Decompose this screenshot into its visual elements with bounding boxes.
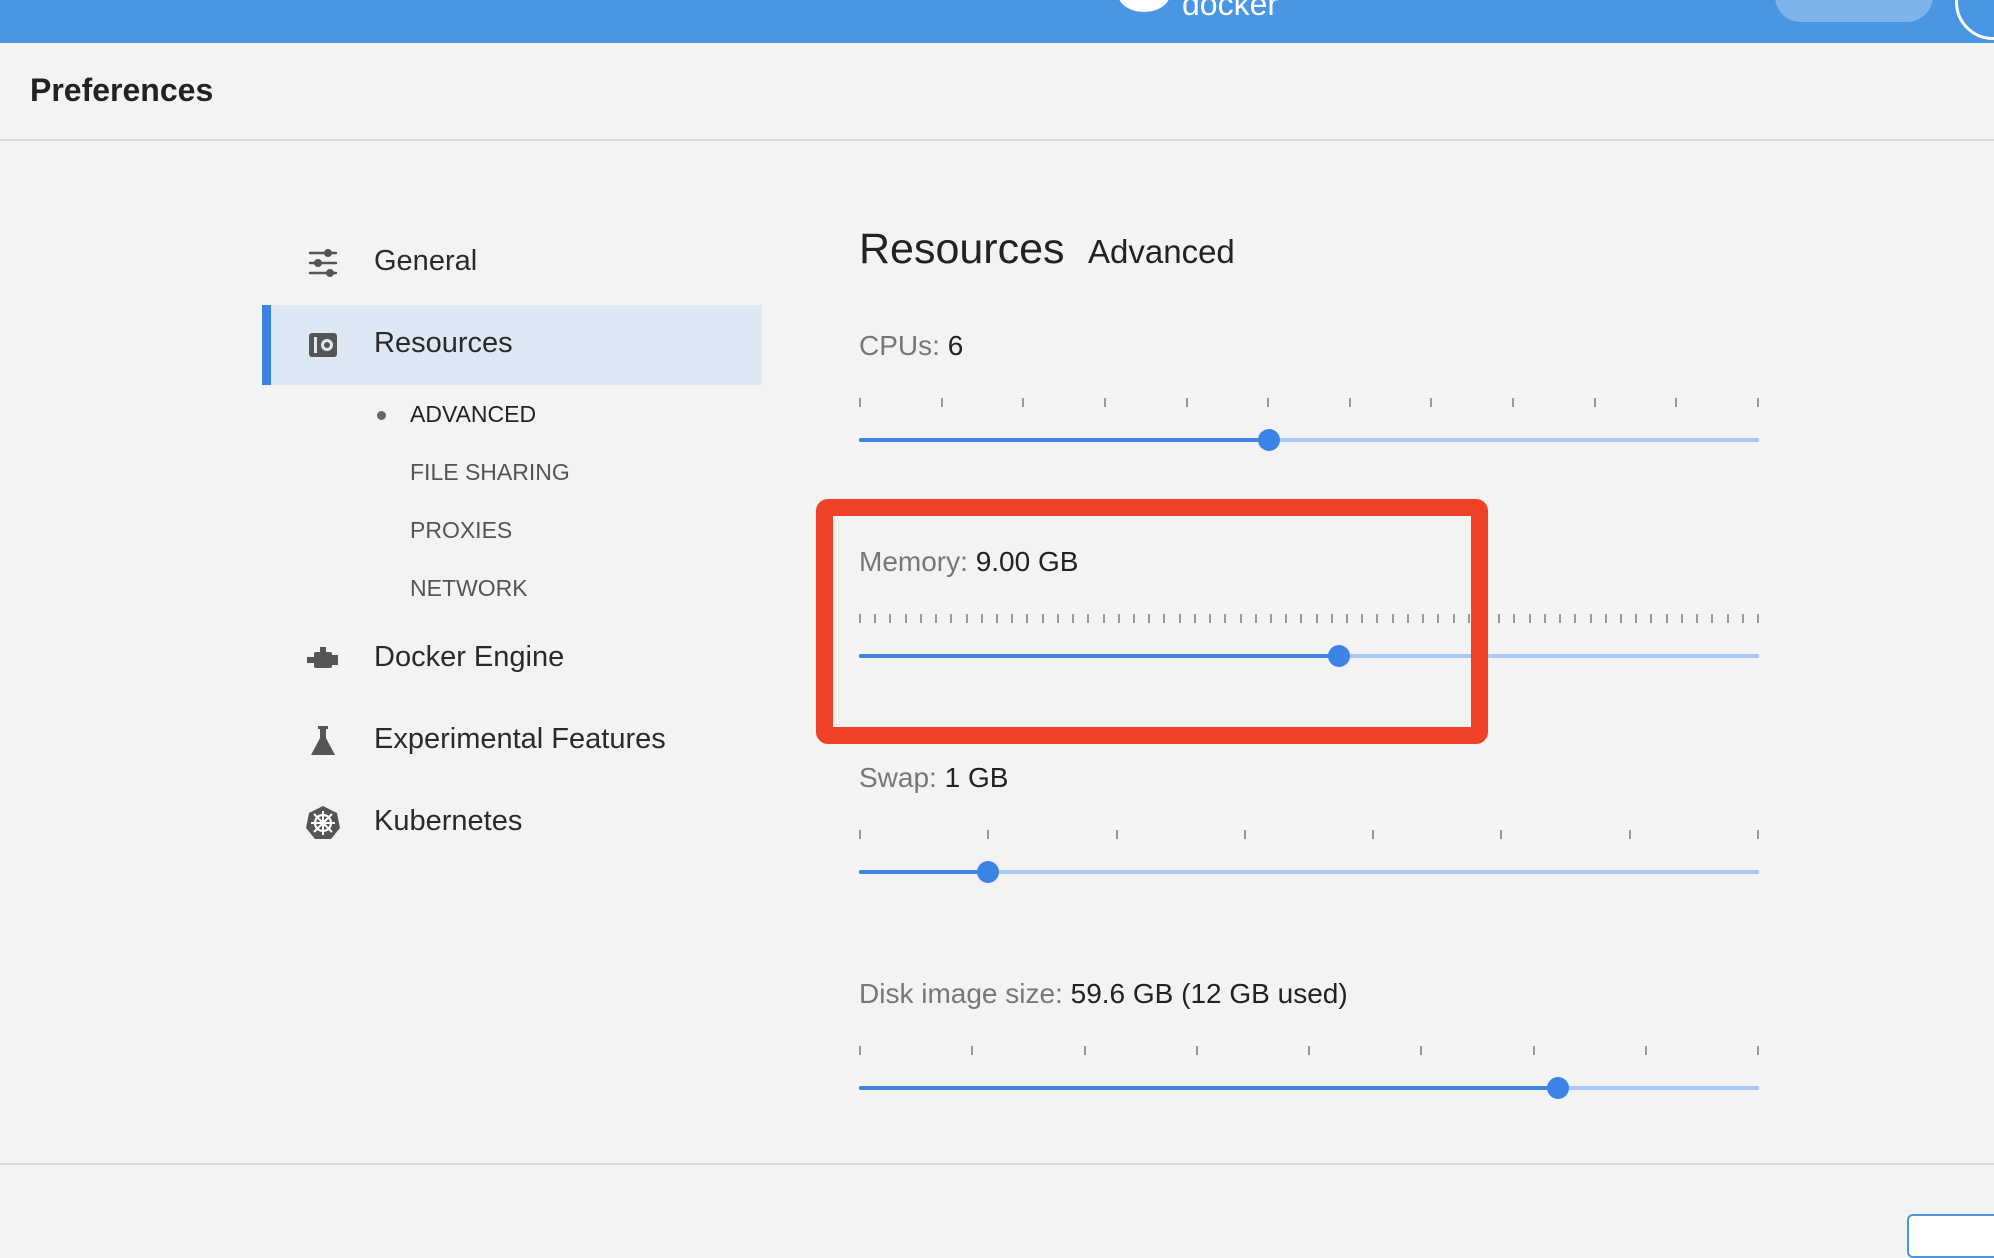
slider-tick <box>1528 614 1531 623</box>
cpus-label: CPUs: 6 <box>859 330 963 362</box>
section-subheading: Advanced <box>1088 233 1235 270</box>
sidebar-item-docker-engine[interactable]: Docker Engine <box>262 619 762 699</box>
slider-tick <box>1195 1046 1198 1055</box>
swap-value: 1 GB <box>944 762 1009 793</box>
slider-tick <box>1543 614 1546 623</box>
docker-logo-text: docker <box>1182 0 1279 22</box>
sidebar-item-general[interactable]: General <box>262 223 762 303</box>
slider-tick <box>1420 1046 1423 1055</box>
slider-tick <box>1267 398 1270 407</box>
slider-tick <box>1348 398 1351 407</box>
slider-tick <box>1757 1046 1759 1055</box>
slider-tick <box>1589 614 1592 623</box>
slider-tick <box>1757 614 1759 623</box>
slider-tick <box>1628 830 1631 839</box>
slider-tick <box>1680 614 1683 623</box>
sidebar-item-resources[interactable]: Resources <box>262 305 762 385</box>
sidebar-item-label: Kubernetes <box>374 805 523 837</box>
slider-tick <box>971 1046 974 1055</box>
slider-tick <box>1559 614 1562 623</box>
slider-tick <box>1650 614 1653 623</box>
swap-slider[interactable] <box>859 830 1759 900</box>
swap-label-text: Swap: <box>859 762 937 793</box>
slider-tick <box>1675 398 1678 407</box>
flask-icon <box>311 726 335 755</box>
subnav-advanced[interactable]: ADVANCED <box>410 401 536 428</box>
apply-button[interactable] <box>1907 1214 1994 1258</box>
sidebar-item-label: Resources <box>374 327 513 359</box>
account-icon[interactable] <box>1955 0 1994 40</box>
slider-tick <box>1308 1046 1310 1055</box>
slider-tick <box>1741 614 1744 623</box>
swap-label: Swap: 1 GB <box>859 762 1008 794</box>
slider-tick <box>859 1046 861 1055</box>
slider-tick <box>1593 398 1596 407</box>
slider-fill <box>859 1086 1559 1090</box>
slider-thumb[interactable] <box>1257 429 1280 451</box>
slider-tick <box>987 830 990 839</box>
slider-tick <box>1620 614 1623 623</box>
slider-tick <box>1083 1046 1086 1055</box>
slider-thumb[interactable] <box>976 861 999 883</box>
slider-fill <box>859 438 1269 442</box>
slider-tick <box>859 398 861 407</box>
subnav-file-sharing[interactable]: FILE SHARING <box>410 459 570 486</box>
sidebar-item-label: General <box>374 245 478 277</box>
slider-tick <box>1500 830 1503 839</box>
engine-icon <box>307 647 338 668</box>
kubernetes-icon <box>306 806 340 839</box>
cpus-value: 6 <box>947 330 964 361</box>
page-title: Preferences <box>30 72 214 108</box>
sidebar-item-kubernetes[interactable]: Kubernetes <box>262 783 762 863</box>
current-item-dot <box>377 411 386 420</box>
subnav-network[interactable]: NETWORK <box>410 575 528 602</box>
resources-icon <box>309 333 337 357</box>
top-bar: docker <box>0 0 1994 43</box>
slider-tick <box>1243 830 1246 839</box>
disk-label-text: Disk image size: <box>859 978 1063 1009</box>
cpus-label-text: CPUs: <box>859 330 940 361</box>
slider-tick <box>859 830 861 839</box>
sidebar-item-experimental-features[interactable]: Experimental Features <box>262 701 762 781</box>
slider-tick <box>1726 614 1729 623</box>
slider-thumb[interactable] <box>1547 1077 1570 1099</box>
slider-tick <box>1512 398 1515 407</box>
slider-fill <box>859 870 988 874</box>
slider-tick <box>1644 1046 1647 1055</box>
slider-tick <box>1757 830 1759 839</box>
memory-highlight-box <box>816 499 1488 744</box>
slider-tick <box>1185 398 1188 407</box>
slider-tick <box>1757 398 1759 407</box>
cpus-slider[interactable] <box>859 398 1759 468</box>
upgrade-button[interactable] <box>1775 0 1933 22</box>
slider-tick <box>1430 398 1433 407</box>
footer-divider <box>0 1163 1994 1165</box>
slider-tick <box>1665 614 1668 623</box>
sidebar-item-label: Experimental Features <box>374 723 666 755</box>
docker-whale-icon <box>1118 0 1170 12</box>
slider-tick <box>1574 614 1577 623</box>
disk-image-size-slider[interactable] <box>859 1046 1759 1116</box>
subnav-proxies[interactable]: PROXIES <box>410 517 512 544</box>
slider-tick <box>1696 614 1699 623</box>
slider-tick <box>1103 398 1106 407</box>
slider-tick <box>940 398 943 407</box>
slider-tick <box>1635 614 1638 623</box>
slider-tick <box>1513 614 1516 623</box>
header-divider <box>0 139 1994 141</box>
slider-tick <box>1711 614 1714 623</box>
section-heading: Resources <box>859 225 1065 273</box>
slider-tick <box>1115 830 1118 839</box>
slider-tick <box>1022 398 1025 407</box>
slider-tick <box>1604 614 1607 623</box>
disk-image-size-label: Disk image size: 59.6 GB (12 GB used) <box>859 978 1348 1010</box>
sidebar-item-label: Docker Engine <box>374 641 565 673</box>
slider-tick <box>1498 614 1501 623</box>
slider-tick <box>1532 1046 1535 1055</box>
sliders-icon <box>308 249 338 277</box>
slider-tick <box>1372 830 1375 839</box>
disk-value: 59.6 GB (12 GB used) <box>1070 978 1348 1009</box>
